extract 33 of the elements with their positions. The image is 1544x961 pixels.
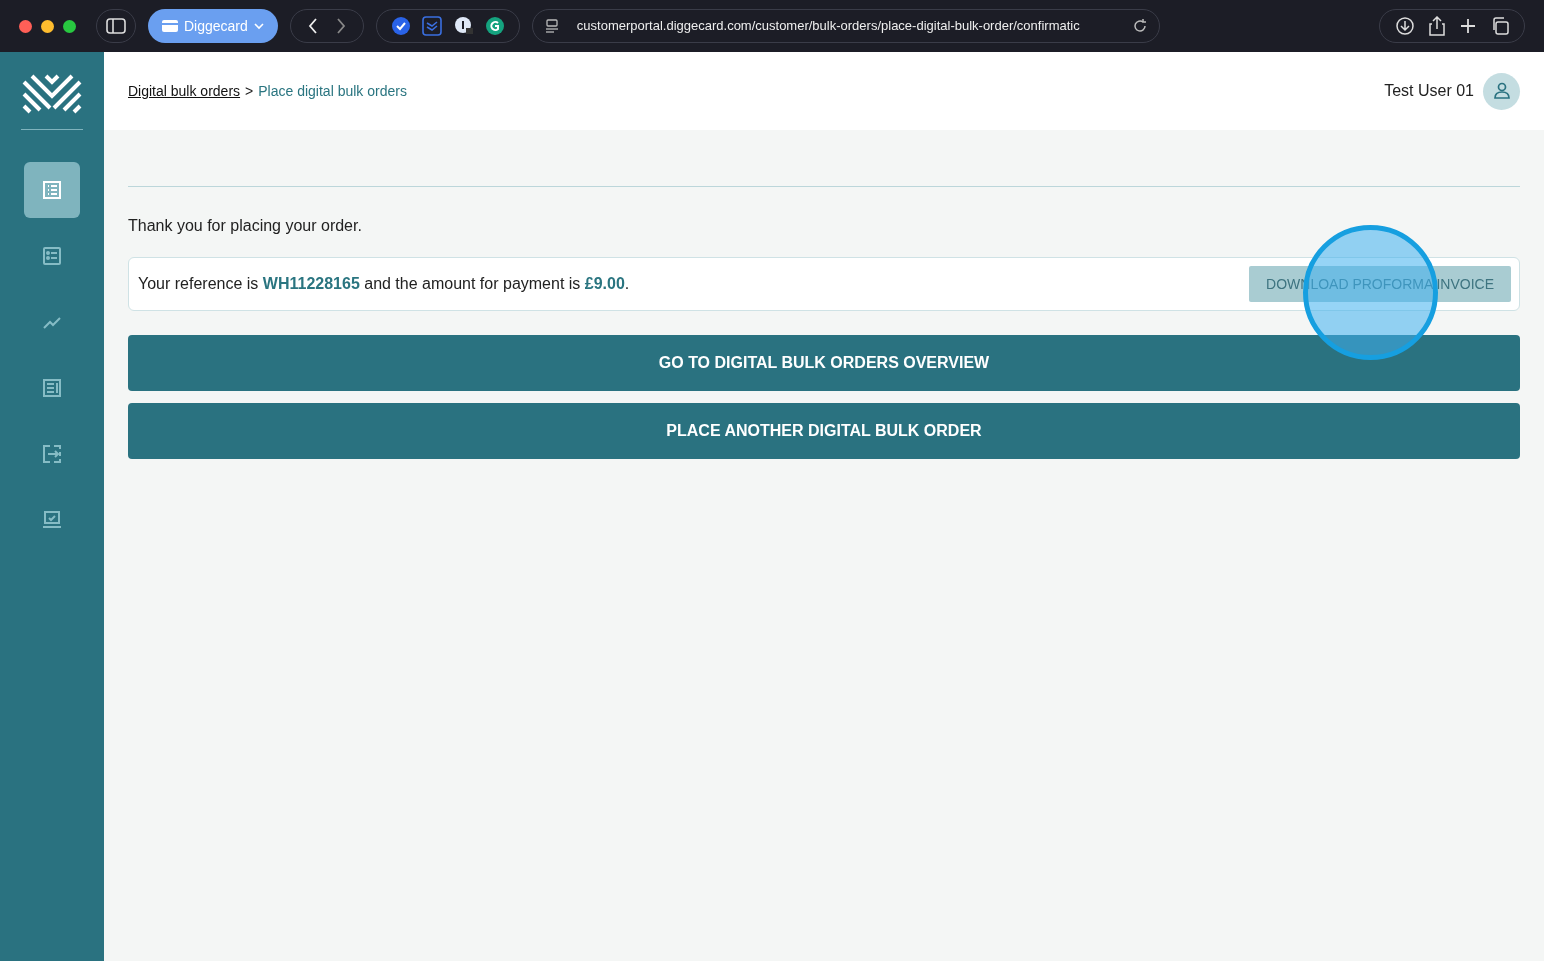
checkmark-extension-icon[interactable]	[390, 16, 411, 36]
reference-text: Your reference is WH11228165 and the amount for payment is £9.00.	[138, 274, 630, 294]
minimize-window-icon[interactable]	[41, 19, 54, 33]
table-icon	[42, 180, 62, 200]
breadcrumb-separator: >	[245, 81, 254, 101]
diggecard-logo	[22, 74, 82, 114]
breadcrumb-link[interactable]: Digital bulk orders	[128, 80, 241, 102]
grammar-extension-icon[interactable]	[485, 16, 506, 36]
transfer-icon	[42, 444, 62, 464]
back-icon[interactable]	[307, 18, 318, 34]
download-icon[interactable]	[1395, 17, 1414, 35]
thank-you-message: Thank you for placing your order.	[128, 216, 363, 236]
tabs-overview-icon[interactable]	[1490, 17, 1509, 35]
url-text: customerportal.diggecard.com/customer/bulk-orders/place-digital-bulk-order/confirmatic	[576, 17, 1081, 36]
document-icon	[42, 378, 62, 398]
close-window-icon[interactable]	[19, 19, 32, 33]
action-button[interactable]: PLACE ANOTHER DIGITAL BULK ORDER	[128, 403, 1520, 459]
card-icon	[162, 20, 178, 32]
breadcrumb-current: Place digital bulk orders	[258, 81, 407, 101]
laptop-check-icon	[42, 510, 62, 530]
share-icon[interactable]	[1428, 16, 1445, 36]
maximize-window-icon[interactable]	[63, 19, 76, 33]
user-avatar[interactable]	[1483, 72, 1520, 110]
action-button[interactable]: GO TO DIGITAL BULK ORDERS OVERVIEW	[128, 335, 1520, 391]
page-menu-icon[interactable]	[544, 19, 559, 33]
forward-icon[interactable]	[335, 18, 346, 34]
list-icon	[42, 246, 62, 266]
new-tab-icon[interactable]	[1459, 18, 1476, 34]
reload-icon[interactable]	[1132, 19, 1147, 33]
sidebar-icon	[106, 18, 126, 34]
user-name: Test User 01	[1384, 81, 1474, 101]
user-icon	[1492, 82, 1511, 100]
caret-icon	[253, 22, 264, 30]
